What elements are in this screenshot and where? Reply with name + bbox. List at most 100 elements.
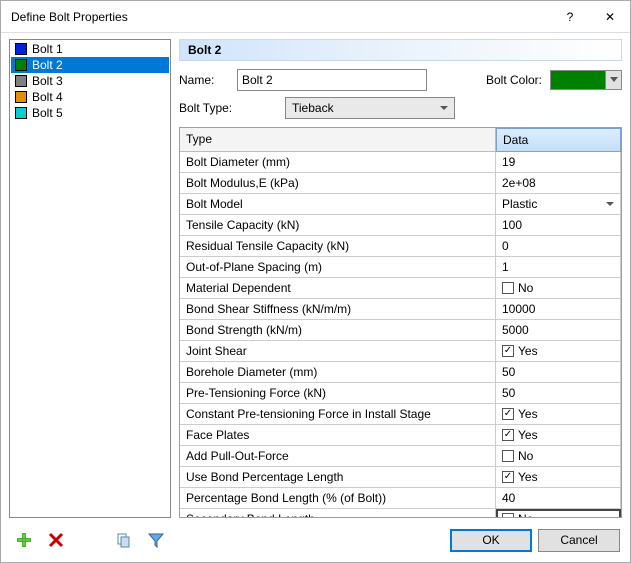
bolt-type-combo[interactable]: Tieback (285, 97, 455, 119)
value-text: 1 (502, 260, 509, 274)
row-type: Bolt Type: Tieback (179, 97, 622, 119)
grid-header: Type Data (180, 128, 621, 152)
value-text: 10000 (502, 302, 535, 316)
list-item[interactable]: Bolt 2 (11, 57, 169, 73)
value-text: 100 (502, 218, 522, 232)
table-row: Residual Tensile Capacity (kN)0 (180, 236, 621, 257)
checkbox-label: Yes (518, 470, 538, 484)
property-label: Tensile Capacity (kN) (180, 215, 496, 235)
table-row: Bolt Diameter (mm) 19 (180, 152, 621, 173)
name-input[interactable] (237, 69, 427, 91)
property-value[interactable]: No (496, 509, 621, 517)
value-text: 40 (502, 491, 515, 505)
property-grid: Type Data Bolt Diameter (mm) 19 Bolt Modul… (179, 127, 622, 518)
delete-button[interactable] (47, 531, 65, 549)
bolt-type-value: Tieback (292, 101, 334, 115)
property-label: Bond Strength (kN/m) (180, 320, 496, 340)
table-row: Percentage Bond Length (% (of Bolt))40 (180, 488, 621, 509)
property-value[interactable]: Yes (496, 341, 621, 361)
value-text: 0 (502, 239, 509, 253)
property-label: Material Dependent (180, 278, 496, 298)
bolt-list[interactable]: Bolt 1 Bolt 2 Bolt 3Bolt 4Bolt 5 (9, 39, 171, 518)
list-item[interactable]: Bolt 4 (11, 89, 169, 105)
table-row: Tensile Capacity (kN) 100 (180, 215, 621, 236)
property-value[interactable]: 40 (496, 488, 621, 508)
list-item-label: Bolt 3 (32, 74, 63, 88)
property-value[interactable]: Yes (496, 404, 621, 424)
row-name: Name: Bolt Color: (179, 69, 622, 91)
property-value[interactable]: Plastic (496, 194, 621, 214)
list-item[interactable]: Bolt 3 (11, 73, 169, 89)
table-row: Pre-Tensioning Force (kN)50 (180, 383, 621, 404)
group-header: Bolt 2 (179, 39, 622, 61)
property-label: Joint Shear (180, 341, 496, 361)
dialog-body: Bolt 1 Bolt 2 Bolt 3Bolt 4Bolt 5 Bolt 2 Na… (1, 33, 630, 518)
list-item[interactable]: Bolt 1 (11, 41, 169, 57)
property-value[interactable]: No (496, 278, 621, 298)
color-swatch-icon (15, 91, 27, 103)
table-row: Borehole Diameter (mm) 50 (180, 362, 621, 383)
value-text: 50 (502, 386, 515, 400)
property-value[interactable]: No (496, 446, 621, 466)
property-label: Constant Pre-tensioning Force in Install… (180, 404, 496, 424)
main-panel: Bolt 2 Name: Bolt Color: Bolt Type: (179, 39, 622, 518)
window-title: Define Bolt Properties (11, 10, 550, 24)
checkbox-icon (502, 471, 514, 483)
cancel-button[interactable]: Cancel (538, 529, 620, 552)
property-value[interactable]: Yes (496, 425, 621, 445)
property-value[interactable]: 2e+08 (496, 173, 621, 193)
property-label: Use Bond Percentage Length (180, 467, 496, 487)
property-value[interactable]: 5000 (496, 320, 621, 340)
property-label: Secondary Bond Length (180, 509, 496, 517)
property-label: Bolt Diameter (mm) (180, 152, 496, 172)
add-button[interactable] (15, 531, 33, 549)
help-button[interactable]: ? (550, 1, 590, 33)
property-value[interactable]: 50 (496, 362, 621, 382)
property-value[interactable]: Yes (496, 467, 621, 487)
property-value[interactable]: 0 (496, 236, 621, 256)
property-label: Bond Shear Stiffness (kN/m/m) (180, 299, 496, 319)
footer: OK Cancel (1, 518, 630, 562)
property-label: Borehole Diameter (mm) (180, 362, 496, 382)
table-row: Add Pull-Out-ForceNo (180, 446, 621, 467)
value-text: 2e+08 (502, 176, 536, 190)
value-text: 5000 (502, 323, 529, 337)
filter-icon (148, 532, 164, 548)
value-text: 50 (502, 365, 515, 379)
list-item-label: Bolt 1 (32, 42, 63, 56)
table-row: Out-of-Plane Spacing (m) 1 (180, 257, 621, 278)
checkbox-label: No (518, 281, 533, 295)
list-item-label: Bolt 2 (32, 58, 63, 72)
table-row: Secondary Bond LengthNo (180, 509, 621, 517)
dialog-define-bolt-properties: Define Bolt Properties ? ✕ Bolt 1Bolt 2B… (0, 0, 631, 563)
value-text: 19 (502, 155, 515, 169)
property-label: Add Pull-Out-Force (180, 446, 496, 466)
col-header-data[interactable]: Data (496, 128, 621, 152)
col-header-type[interactable]: Type (180, 128, 496, 152)
table-row: Constant Pre-tensioning Force in Install… (180, 404, 621, 425)
close-button[interactable]: ✕ (590, 1, 630, 33)
property-value[interactable]: 50 (496, 383, 621, 403)
checkbox-icon (502, 450, 514, 462)
list-item-label: Bolt 5 (32, 106, 63, 120)
copy-button[interactable] (115, 531, 133, 549)
table-row: Bond Strength (kN/m) 5000 (180, 320, 621, 341)
list-item[interactable]: Bolt 5 (11, 105, 169, 121)
table-row: Use Bond Percentage Length Yes (180, 467, 621, 488)
property-value[interactable]: 19 (496, 152, 621, 172)
bolt-color-picker[interactable] (550, 70, 622, 90)
table-row: Joint ShearYes (180, 341, 621, 362)
name-label: Name: (179, 73, 229, 87)
property-label: Bolt Modulus,E (kPa) (180, 173, 496, 193)
checkbox-label: Yes (518, 428, 538, 442)
property-label: Out-of-Plane Spacing (m) (180, 257, 496, 277)
filter-button[interactable] (147, 531, 165, 549)
delete-icon (48, 532, 64, 548)
type-label: Bolt Type: (179, 101, 239, 115)
property-value[interactable]: 1 (496, 257, 621, 277)
ok-button[interactable]: OK (450, 529, 532, 552)
group-title: Bolt 2 (188, 43, 221, 57)
toolbar (15, 531, 165, 549)
property-value[interactable]: 100 (496, 215, 621, 235)
property-value[interactable]: 10000 (496, 299, 621, 319)
